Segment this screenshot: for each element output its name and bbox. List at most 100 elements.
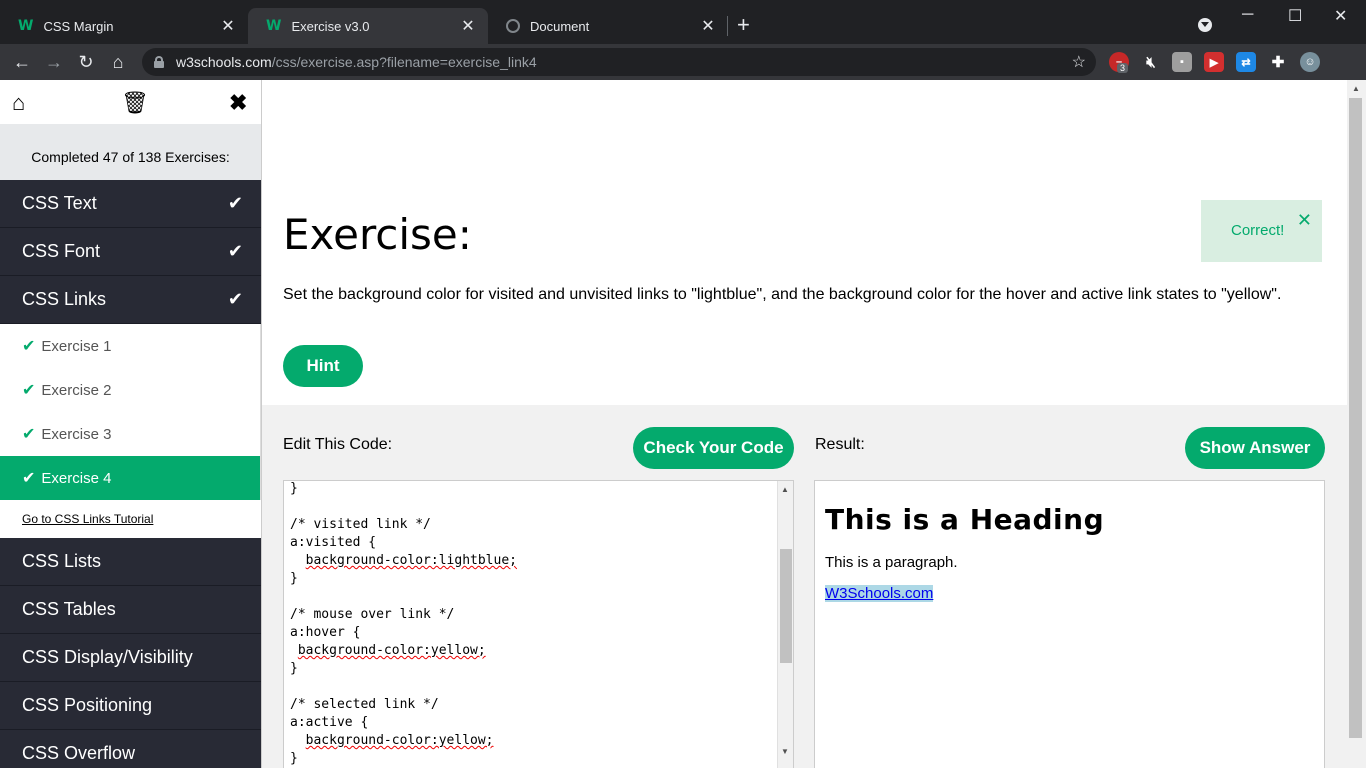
result-paragraph: This is a paragraph. (825, 554, 958, 571)
url-host: w3schools.com (176, 54, 272, 70)
code-line[interactable]: background-color:yellow; (290, 642, 517, 660)
exercise-description: Set the background color for visited and… (283, 286, 1282, 303)
code-line[interactable]: background-color:yellow; (290, 732, 517, 750)
sidebar-exercise-2[interactable]: ✔ Exercise 2 (0, 368, 261, 412)
close-icon[interactable]: ✖ (229, 90, 247, 116)
close-icon[interactable]: ✕ (1297, 210, 1312, 231)
translate-extension-icon[interactable]: ⇄ (1236, 52, 1256, 72)
code-line[interactable] (290, 588, 517, 606)
bookmark-star-icon[interactable]: ☆ (1072, 52, 1086, 72)
checkmark-icon: ✔ (227, 193, 243, 213)
reload-icon[interactable]: ↻ (74, 50, 98, 74)
code-line[interactable]: } (290, 750, 517, 768)
sidebar-item-css-links[interactable]: CSS Links ✔ (0, 276, 261, 324)
code-content[interactable]: } /* visited link */ a:visited { backgrou… (290, 481, 517, 768)
scroll-up-icon[interactable]: ▲ (781, 485, 789, 494)
checkmark-icon: ✔ (22, 470, 36, 487)
checkmark-icon: ✔ (22, 338, 36, 355)
code-line[interactable]: a:active { (290, 714, 517, 732)
browser-toolbar: ← → ↻ ⌂ w3schools.com /css/exercise.asp?… (0, 44, 1366, 120)
home-icon[interactable]: ⌂ (12, 90, 25, 116)
sidebar-exercise-1[interactable]: ✔ Exercise 1 (0, 324, 261, 368)
sidebar-item-label: CSS Text (22, 193, 97, 213)
editor-scrollbar[interactable]: ▲ ▼ (777, 481, 793, 768)
check-code-button[interactable]: Check Your Code (633, 427, 794, 469)
close-icon[interactable]: ✕ (458, 16, 478, 36)
w3schools-icon: W (18, 18, 34, 34)
code-line[interactable]: /* mouse over link */ (290, 606, 517, 624)
sidebar-item-css-positioning[interactable]: CSS Positioning (0, 682, 261, 730)
trash-icon[interactable]: 🗑︎ (121, 90, 149, 116)
code-editor[interactable]: } /* visited link */ a:visited { backgrou… (283, 480, 794, 768)
new-tab-icon[interactable]: + (737, 14, 750, 36)
tab-separator (727, 16, 728, 36)
page-viewport: ⌂ 🗑︎ ✖ Completed 47 of 138 Exercises: CS… (0, 80, 1366, 768)
mute-tab-extension-icon[interactable]: 🔇︎ (1141, 52, 1161, 72)
code-text: /* selected link */ (290, 697, 439, 712)
tab-document[interactable]: Document ✕ (488, 8, 728, 44)
tab-title: CSS Margin (43, 18, 114, 34)
sidebar-item-css-font[interactable]: CSS Font ✔ (0, 228, 261, 276)
tutorial-link[interactable]: Go to CSS Links Tutorial (0, 500, 261, 538)
code-line[interactable]: } (290, 660, 517, 678)
code-line[interactable]: a:visited { (290, 534, 517, 552)
exercise-label: Exercise 1 (41, 337, 112, 355)
back-icon[interactable]: ← (10, 50, 34, 74)
exercise-main: Exercise: Correct! ✕ Set the background … (262, 80, 1347, 768)
tab-search-icon[interactable] (1198, 18, 1212, 32)
page-title: Exercise: (283, 210, 472, 259)
sidebar-item-css-overflow[interactable]: CSS Overflow (0, 730, 261, 768)
close-icon[interactable]: ✕ (218, 16, 238, 36)
code-line[interactable]: /* selected link */ (290, 696, 517, 714)
code-line[interactable]: /* visited link */ (290, 516, 517, 534)
code-line[interactable]: } (290, 481, 517, 498)
scrollbar-thumb[interactable] (1349, 98, 1362, 738)
video-extension-icon[interactable]: ▶ (1204, 52, 1224, 72)
scrollbar-thumb[interactable] (780, 549, 792, 663)
forward-icon[interactable]: → (42, 50, 66, 74)
w3schools-icon: W (266, 18, 282, 34)
url-path: /css/exercise.asp?filename=exercise_link… (271, 54, 537, 70)
code-text: a:hover { (290, 625, 361, 640)
tab-strip: W CSS Margin ✕ W Exercise v3.0 ✕ Documen… (0, 0, 1366, 44)
sidebar-item-css-text[interactable]: CSS Text ✔ (0, 180, 261, 228)
code-line[interactable]: } (290, 570, 517, 588)
tab-css-margin[interactable]: W CSS Margin ✕ (0, 8, 248, 44)
puzzle-extensions-icon[interactable]: ✚ (1268, 52, 1288, 72)
maximize-icon[interactable]: ☐ (1288, 6, 1302, 26)
sidebar-item-css-tables[interactable]: CSS Tables (0, 586, 261, 634)
sidebar-exercise-3[interactable]: ✔ Exercise 3 (0, 412, 261, 456)
code-line[interactable] (290, 678, 517, 696)
extension-badge: 3 (1117, 63, 1129, 73)
code-text: } (290, 571, 298, 586)
scroll-down-icon[interactable]: ▼ (781, 747, 789, 756)
lock-icon[interactable] (154, 56, 164, 68)
home-icon[interactable]: ⌂ (106, 50, 130, 74)
globe-icon (506, 19, 520, 33)
code-line[interactable] (290, 498, 517, 516)
code-line[interactable]: background-color:lightblue; (290, 552, 517, 570)
sidebar-item-label: CSS Tables (22, 599, 116, 619)
hint-button[interactable]: Hint (283, 345, 363, 387)
result-label: Result: (815, 436, 865, 453)
sidebar-item-css-display[interactable]: CSS Display/Visibility (0, 634, 261, 682)
page-scrollbar[interactable]: ▲ (1347, 80, 1366, 768)
code-text: background-color:yellow; (305, 733, 494, 748)
sidebar-exercise-4[interactable]: ✔ Exercise 4 (0, 456, 261, 500)
result-heading: This is a Heading (825, 503, 1105, 536)
sidebar-item-label: CSS Links (22, 289, 107, 309)
minimize-icon[interactable]: ─ (1242, 6, 1253, 24)
avatar[interactable]: ☺ (1300, 52, 1320, 72)
sidebar-item-css-lists[interactable]: CSS Lists (0, 538, 261, 586)
address-bar[interactable]: w3schools.com /css/exercise.asp?filename… (142, 48, 1096, 76)
extension-icon[interactable]: ▪ (1172, 52, 1192, 72)
code-line[interactable]: a:hover { (290, 624, 517, 642)
code-text: /* visited link */ (290, 517, 431, 532)
close-icon[interactable]: ✕ (698, 16, 718, 36)
scroll-up-icon[interactable]: ▲ (1352, 84, 1360, 93)
result-link[interactable]: W3Schools.com (825, 585, 934, 602)
tab-exercise[interactable]: W Exercise v3.0 ✕ (248, 8, 488, 44)
window-close-icon[interactable]: ✕ (1334, 6, 1347, 26)
show-answer-button[interactable]: Show Answer (1185, 427, 1325, 469)
